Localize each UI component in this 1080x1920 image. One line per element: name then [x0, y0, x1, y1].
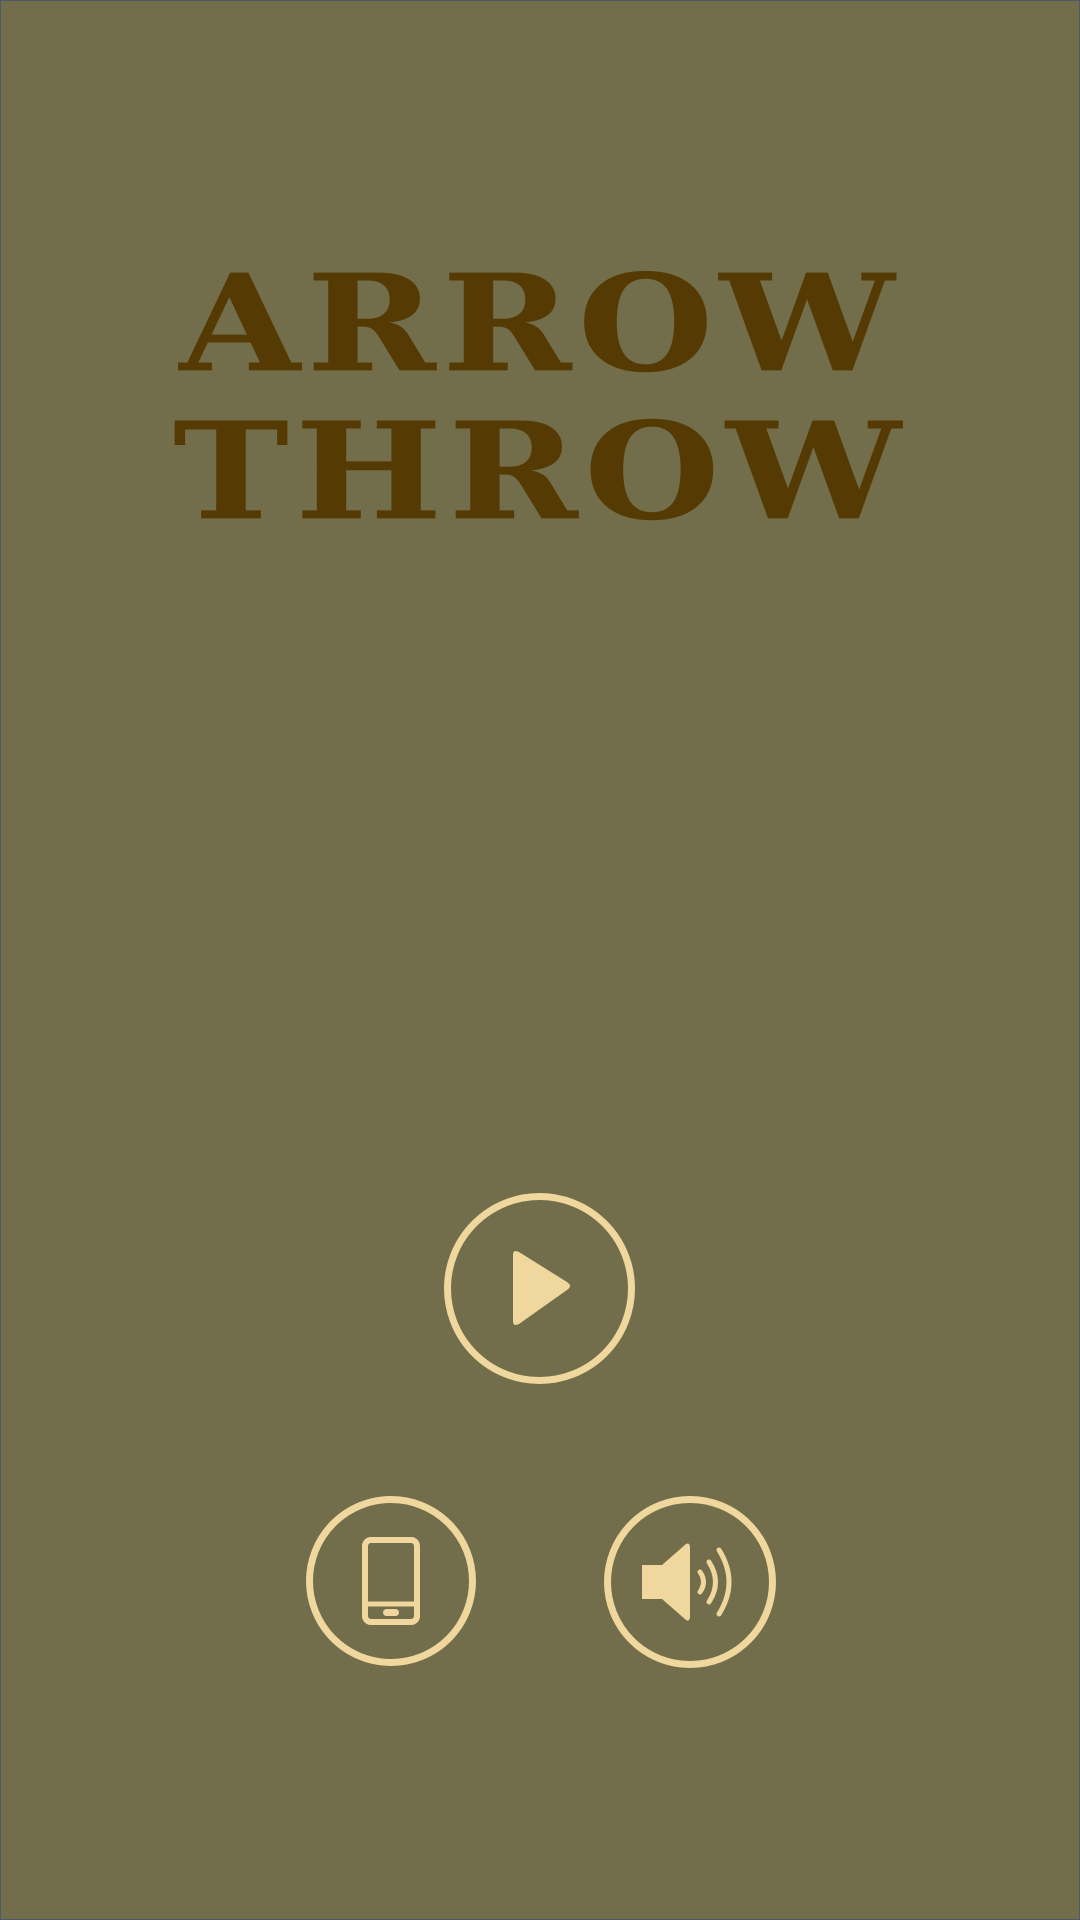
speaker-icon	[640, 1540, 740, 1624]
play-icon	[505, 1249, 575, 1329]
play-button[interactable]	[444, 1193, 635, 1384]
vibration-toggle-button[interactable]	[306, 1496, 476, 1666]
game-title: ARROW THROW	[0, 250, 1080, 546]
title-line-1: ARROW	[179, 244, 901, 403]
sound-toggle-button[interactable]	[604, 1496, 776, 1668]
title-line-2: THROW	[172, 392, 908, 551]
phone-icon	[361, 1536, 421, 1626]
